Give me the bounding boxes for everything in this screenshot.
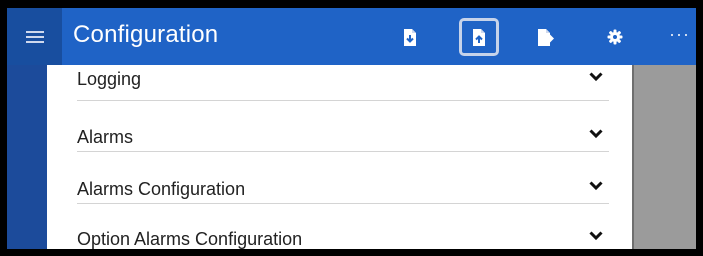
section-alarms-configuration[interactable]: Alarms Configuration: [77, 152, 609, 204]
file-export-icon: [538, 28, 554, 46]
more-options-button[interactable]: ···: [669, 24, 690, 45]
right-gutter: [634, 65, 696, 249]
section-alarms[interactable]: Alarms: [77, 100, 609, 152]
file-upload-icon: [473, 28, 485, 46]
page-title: Configuration: [73, 21, 219, 48]
section-option-alarms-configuration[interactable]: Option Alarms Configuration: [77, 204, 609, 249]
file-download-icon: [404, 28, 416, 46]
section-label: Logging: [77, 69, 142, 89]
section-label: Alarms: [77, 127, 134, 147]
hamburger-icon: [25, 30, 44, 43]
section-label: Option Alarms Configuration: [77, 229, 303, 249]
chevron-down-icon: [589, 181, 603, 191]
chevron-down-icon: [589, 72, 603, 82]
chevron-down-icon: [589, 129, 603, 139]
chevron-down-icon: [589, 231, 603, 241]
gear-icon: [607, 29, 623, 45]
menu-button[interactable]: [7, 8, 62, 65]
sections-panel: Logging Alarms Alarms Configuration Opti…: [47, 65, 634, 249]
section-label: Alarms Configuration: [77, 179, 246, 199]
section-logging[interactable]: Logging: [77, 49, 609, 101]
app-window: Configuration ··· Logging Alarms Alarms …: [7, 8, 696, 249]
